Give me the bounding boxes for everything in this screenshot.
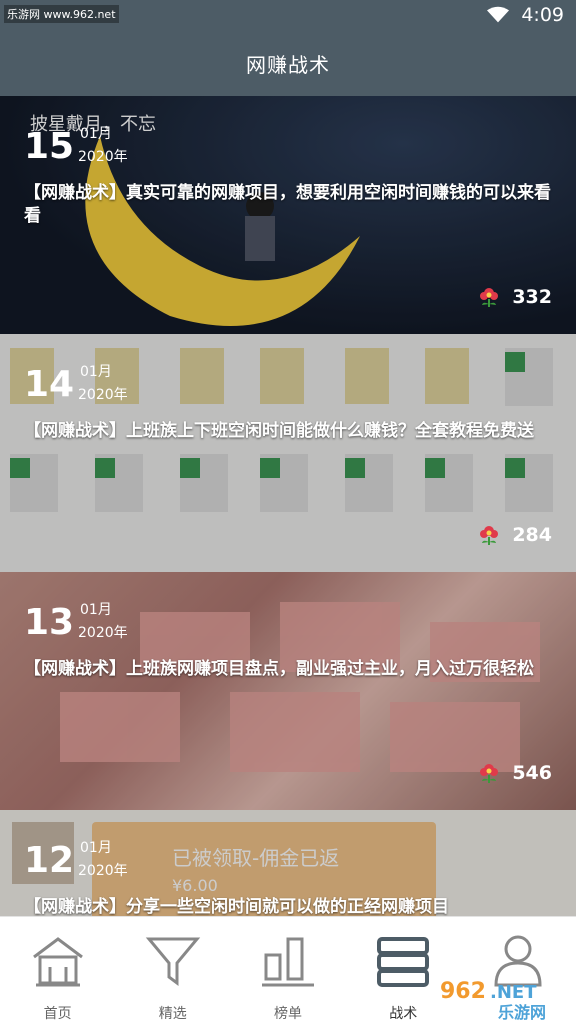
chart-icon: [262, 937, 314, 987]
date-year: 2020年: [78, 863, 128, 879]
tab-featured[interactable]: 精选: [115, 917, 230, 1024]
page-title: 网赚战术: [246, 52, 330, 77]
wifi-icon: [487, 6, 510, 23]
article-title[interactable]: 【网赚战术】上班族网赚项目盘点，副业强过主业，月入过万很轻松: [24, 658, 554, 681]
watermark-logo: 962 .NET 乐游网: [440, 979, 546, 1022]
date-month: 01月: [80, 364, 112, 380]
date-month: 01月: [80, 840, 112, 856]
date-day: 15: [24, 126, 75, 167]
tab-home[interactable]: 首页: [0, 917, 115, 1024]
article-title[interactable]: 【网赚战术】上班族上下班空闲时间能做什么赚钱？全套教程免费送: [24, 420, 554, 443]
like-count: 284: [512, 524, 552, 546]
like-count: 546: [512, 762, 552, 784]
article-card[interactable]: 13 01月 2020年 【网赚战术】上班族网赚项目盘点，副业强过主业，月入过万…: [0, 572, 576, 810]
svg-text:962: 962: [440, 979, 486, 1004]
tab-label: 精选: [158, 1006, 187, 1022]
article-card[interactable]: 14 01月 2020年 【网赚战术】上班族上下班空闲时间能做什么赚钱？全套教程…: [0, 334, 576, 572]
article-feed[interactable]: 披星戴月，不忘 15 01月 2020年 【网赚战术】真实可靠的网赚项目，想要利…: [0, 96, 576, 916]
status-time: 4:09: [521, 4, 564, 26]
tab-label: 榜单: [274, 1006, 302, 1022]
flower-icon: [480, 764, 499, 783]
home-icon: [32, 937, 83, 987]
svg-text:乐游网: 乐游网: [498, 1003, 546, 1022]
app-header: 网赚战术: [0, 30, 576, 96]
article-title[interactable]: 【网赚战术】分享一些空闲时间就可以做的正经网赚项目: [24, 896, 554, 916]
tab-label: 战术: [389, 1006, 418, 1022]
like-count: 332: [512, 286, 552, 308]
status-bar: 乐游网 www.962.net 4:09: [0, 0, 576, 30]
article-card[interactable]: 已被领取-佣金已返 ¥6.00 12 01月 2020年 【网赚战术】分享一些空…: [0, 810, 576, 916]
tab-rankings[interactable]: 榜单: [230, 917, 345, 1024]
tab-label: 首页: [43, 1006, 72, 1022]
date-day: 14: [24, 364, 75, 405]
flower-icon: [480, 288, 499, 307]
date-day: 13: [24, 602, 75, 643]
date-month: 01月: [80, 602, 112, 618]
svg-text:.NET: .NET: [490, 982, 537, 1003]
date-year: 2020年: [78, 625, 128, 641]
watermark-text: 乐游网 www.962.net: [4, 5, 119, 23]
status-indicators: 4:09: [487, 4, 564, 26]
book-icon: [377, 937, 430, 987]
article-card[interactable]: 披星戴月，不忘 15 01月 2020年 【网赚战术】真实可靠的网赚项目，想要利…: [0, 96, 576, 334]
like-counter[interactable]: 332: [478, 286, 552, 308]
date-year: 2020年: [78, 149, 128, 165]
article-title[interactable]: 【网赚战术】真实可靠的网赚项目，想要利用空闲时间赚钱的可以来看看: [24, 182, 554, 228]
like-counter[interactable]: 284: [478, 524, 552, 546]
date-day: 12: [24, 840, 75, 881]
date-month: 01月: [80, 126, 112, 142]
like-counter[interactable]: 546: [478, 762, 552, 784]
date-year: 2020年: [78, 387, 128, 403]
filter-icon: [145, 937, 200, 986]
flower-icon: [480, 526, 499, 545]
